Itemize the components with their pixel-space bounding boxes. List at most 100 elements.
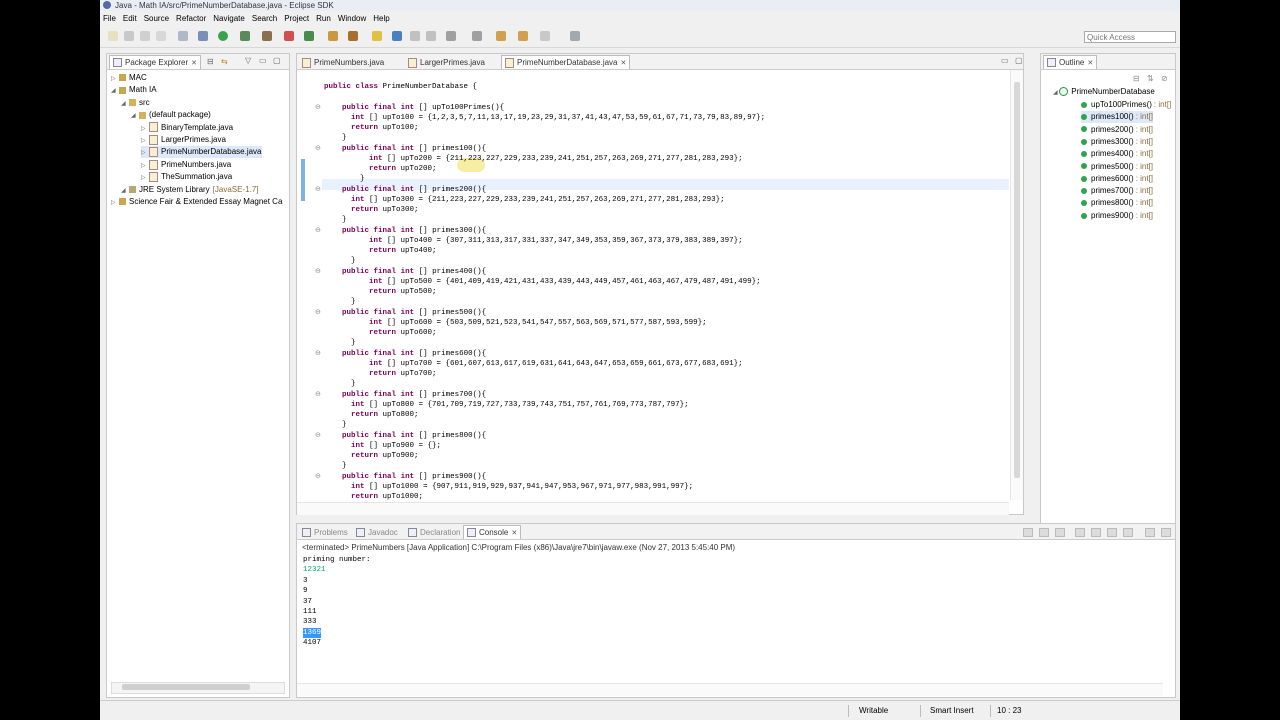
outline-item[interactable]: primes700(): int[]: [1081, 185, 1153, 197]
console-hscrollbar[interactable]: [297, 683, 1163, 696]
code-line[interactable]: public final int [] primes200(){: [324, 185, 486, 195]
search-icon[interactable]: [348, 31, 358, 41]
fold-icon[interactable]: ⊖: [315, 226, 321, 234]
code-line[interactable]: public final int [] primes600(){: [324, 349, 486, 359]
display-console-icon[interactable]: [1123, 528, 1133, 537]
pin-console-icon[interactable]: [1107, 528, 1117, 537]
tab-package-explorer[interactable]: Package Explorer ✕: [109, 55, 202, 69]
bottom-tab[interactable]: Problems: [299, 526, 351, 539]
scroll-lock-icon[interactable]: [1091, 528, 1101, 537]
hide-fields-icon[interactable]: ⊘: [1161, 74, 1168, 83]
code-line[interactable]: int [] upTo500 = {401,409,419,421,431,43…: [324, 277, 761, 287]
last-edit-icon[interactable]: [540, 31, 550, 41]
tree-collapsed-icon[interactable]: ▷: [141, 160, 149, 172]
code-line[interactable]: }: [324, 256, 356, 266]
open-type-icon[interactable]: [328, 31, 338, 41]
code-line[interactable]: return upTo800;: [324, 410, 419, 420]
tree-item[interactable]: ◢ JRE System Library [JavaSE-1.7]: [121, 184, 259, 196]
close-icon[interactable]: ✕: [1087, 60, 1093, 67]
code-line[interactable]: }: [324, 461, 347, 471]
code-line[interactable]: int [] upTo700 = {601,607,613,617,619,63…: [324, 359, 743, 369]
code-line[interactable]: return upTo900;: [324, 451, 419, 461]
prev-annotation-icon[interactable]: [472, 31, 482, 41]
menu-edit[interactable]: Edit: [123, 14, 137, 23]
close-icon[interactable]: ✕: [621, 60, 627, 67]
tree-collapsed-icon[interactable]: ▷: [111, 73, 119, 85]
collapse-all-icon[interactable]: ⊟: [207, 57, 214, 66]
menu-search[interactable]: Search: [252, 14, 277, 23]
editor-tab[interactable]: PrimeNumbers.java: [299, 56, 387, 69]
code-line[interactable]: public final int [] primes800(){: [324, 431, 486, 441]
tree-item[interactable]: ▷ LargerPrimes.java: [141, 134, 226, 146]
code-line[interactable]: int [] upTo300 = {211,223,227,229,233,23…: [324, 195, 725, 205]
perspective-icon[interactable]: [570, 31, 580, 41]
remove-all-icon[interactable]: [1055, 528, 1065, 537]
code-line[interactable]: }: [324, 133, 347, 143]
menu-source[interactable]: Source: [144, 14, 169, 23]
outline-item[interactable]: primes800(): int[]: [1081, 197, 1153, 209]
editor-tab[interactable]: LargerPrimes.java: [405, 56, 488, 69]
code-line[interactable]: public final int [] primes300(){: [324, 226, 486, 236]
outline-class[interactable]: ◢ PrimeNumberDatabase: [1053, 86, 1155, 98]
code-line[interactable]: int [] upTo200 = {211,223,227,229,233,23…: [324, 154, 743, 164]
tree-item[interactable]: ▷ PrimeNumberDatabase.java: [141, 146, 262, 159]
code-line[interactable]: public final int [] primes400(){: [324, 267, 486, 277]
maximize-icon[interactable]: ▢: [1015, 56, 1023, 65]
tree-item[interactable]: ▷ BinaryTemplate.java: [141, 122, 233, 134]
code-line[interactable]: return upTo300;: [324, 205, 419, 215]
menu-file[interactable]: File: [103, 14, 116, 23]
code-line[interactable]: return upTo200;: [324, 164, 437, 174]
tree-collapsed-icon[interactable]: ▷: [141, 172, 149, 184]
run-icon[interactable]: [218, 31, 228, 41]
code-line[interactable]: }: [324, 174, 365, 184]
package-explorer-hscrollbar[interactable]: [111, 682, 285, 694]
bottom-tab[interactable]: Javadoc: [353, 526, 401, 539]
tree-collapsed-icon[interactable]: ▷: [111, 197, 119, 209]
close-icon[interactable]: ✕: [511, 530, 517, 537]
pin-icon[interactable]: [262, 31, 272, 41]
collapse-all-icon[interactable]: ⊟: [1133, 74, 1140, 83]
code-line[interactable]: public final int [] primes100(){: [324, 144, 486, 154]
save-all-icon[interactable]: [140, 31, 150, 41]
tree-item[interactable]: ◢ (default package): [131, 109, 211, 121]
tree-item[interactable]: ▷ TheSummation.java: [141, 171, 232, 183]
outline-item[interactable]: primes100(): int[]: [1081, 111, 1154, 124]
tree-item[interactable]: ▷ MAC: [111, 72, 147, 84]
tree-item[interactable]: ▷ PrimeNumbers.java: [141, 159, 231, 171]
fold-icon[interactable]: ⊖: [315, 390, 321, 398]
forward-icon[interactable]: [518, 31, 528, 41]
code-line[interactable]: }: [324, 420, 347, 430]
code-line[interactable]: }: [324, 297, 356, 307]
annotation-icon[interactable]: [372, 31, 382, 41]
code-line[interactable]: public class PrimeNumberDatabase {: [324, 82, 477, 92]
clear-console-icon[interactable]: [1075, 528, 1085, 537]
code-line[interactable]: int [] upTo1000 = {907,911,919,929,937,9…: [324, 482, 693, 492]
tree-expanded-icon[interactable]: ◢: [131, 110, 139, 122]
code-line[interactable]: public final int [] upTo100Primes(){: [324, 103, 504, 113]
menu-navigate[interactable]: Navigate: [213, 14, 245, 23]
tree-expanded-icon[interactable]: ◢: [121, 185, 129, 197]
code-line[interactable]: int [] upTo800 = {701,709,719,727,733,73…: [324, 400, 689, 410]
menu-project[interactable]: Project: [284, 14, 309, 23]
code-line[interactable]: return upTo1000;: [324, 492, 423, 500]
tree-collapsed-icon[interactable]: ▷: [141, 147, 149, 159]
tree-collapsed-icon[interactable]: ▷: [141, 135, 149, 147]
print-icon[interactable]: [156, 31, 166, 41]
new-class-icon[interactable]: [304, 31, 314, 41]
code-line[interactable]: int [] upTo400 = {307,311,313,317,331,33…: [324, 236, 743, 246]
editor-hscrollbar[interactable]: [297, 502, 1009, 515]
toggle-icon[interactable]: [178, 31, 188, 41]
outline-item[interactable]: primes900(): int[]: [1081, 210, 1153, 222]
code-line[interactable]: int [] upTo100 = {1,2,3,5,7,11,13,17,19,…: [324, 113, 765, 123]
minimize-icon[interactable]: [1161, 528, 1171, 537]
code-area[interactable]: public class PrimeNumberDatabase { publi…: [297, 70, 1009, 500]
code-line[interactable]: return upTo500;: [324, 287, 437, 297]
sort-icon[interactable]: ⇅: [1147, 74, 1154, 83]
tree-collapsed-icon[interactable]: ▷: [141, 123, 149, 135]
tree-item[interactable]: ◢ src: [121, 97, 150, 109]
fold-icon[interactable]: ⊖: [315, 349, 321, 357]
code-line[interactable]: public final int [] primes700(){: [324, 390, 486, 400]
scroll-thumb[interactable]: [122, 684, 250, 690]
fold-icon[interactable]: ⊖: [315, 308, 321, 316]
terminate-icon[interactable]: [1023, 528, 1033, 537]
